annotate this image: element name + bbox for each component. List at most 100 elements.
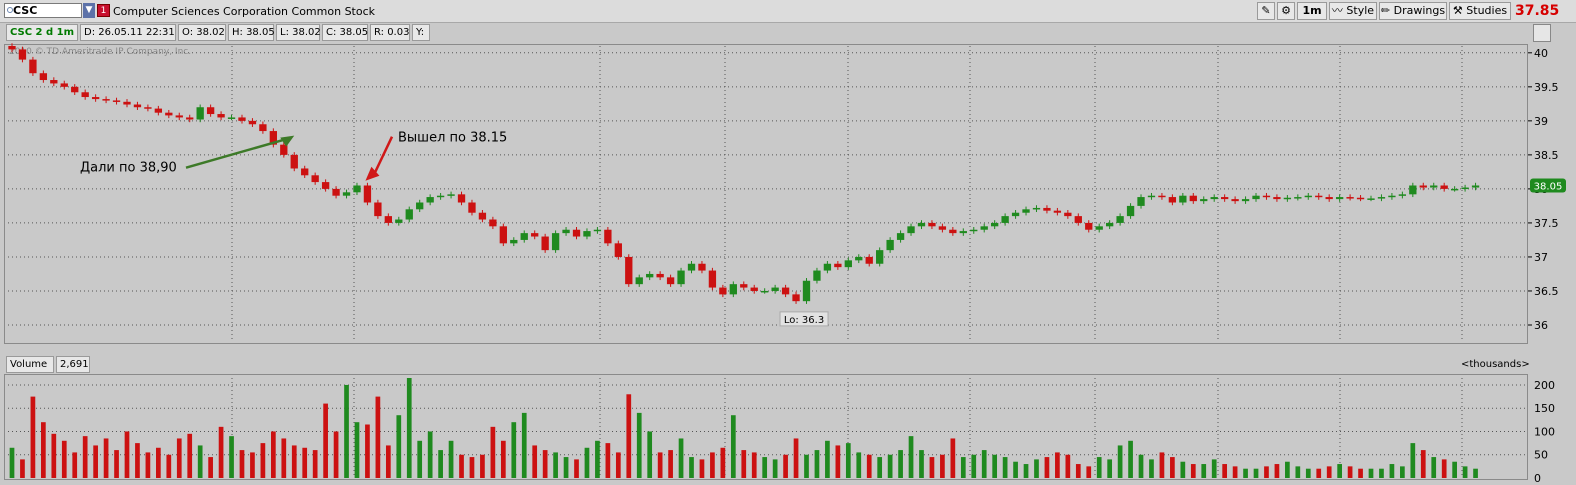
- volume-bar: [344, 384, 349, 478]
- volume-bar: [354, 422, 360, 478]
- volume-bar: [1243, 468, 1248, 478]
- candle-body: [991, 222, 999, 227]
- volume-bar: [877, 457, 883, 478]
- candle-body: [489, 219, 497, 227]
- volume-bar: [1002, 457, 1008, 478]
- volume-bar: [281, 438, 287, 478]
- volume-bar: [114, 450, 119, 478]
- candle-body: [478, 212, 487, 220]
- volume-bar: [542, 450, 548, 478]
- candle-body: [719, 287, 727, 295]
- candle-body: [175, 115, 183, 118]
- candle-body: [593, 229, 602, 232]
- volume-bar: [856, 452, 862, 478]
- candle-body: [970, 229, 978, 232]
- y-tick-label: 39: [1534, 115, 1548, 128]
- candle-body: [604, 229, 612, 244]
- annotation-entry: Дали по 38,90: [80, 161, 177, 176]
- volume-bar: [61, 440, 67, 478]
- volume-bar: [1410, 443, 1416, 478]
- volume-bar: [270, 431, 276, 478]
- volume-bar: [72, 452, 78, 478]
- candle-body: [1022, 209, 1030, 213]
- volume-bar: [929, 457, 935, 478]
- volume-bar: [730, 415, 736, 478]
- volume-bar: [9, 447, 15, 478]
- candle-body: [60, 83, 68, 87]
- candle-body: [39, 73, 48, 81]
- candle-body: [196, 107, 204, 120]
- candle-body: [813, 270, 821, 281]
- volume-bar: [981, 450, 987, 478]
- candle-body: [259, 124, 267, 132]
- volume-bar: [657, 452, 663, 478]
- y-tick-label: 40: [1534, 47, 1548, 60]
- candle-body: [1168, 197, 1177, 203]
- volume-bar: [1326, 466, 1332, 478]
- volume-bar: [887, 454, 893, 478]
- volume-bar: [992, 454, 998, 478]
- candle-body: [1095, 226, 1103, 230]
- volume-tick-label: 0: [1534, 472, 1541, 485]
- candle-body: [1304, 195, 1312, 198]
- candle-body: [646, 273, 654, 278]
- volume-bar: [176, 438, 182, 478]
- volume-bar: [960, 457, 966, 478]
- volume-bar: [302, 447, 308, 478]
- volume-bar: [1305, 468, 1311, 478]
- volume-bar: [1211, 459, 1217, 478]
- volume-bar: [1420, 450, 1426, 478]
- volume-bar: [312, 450, 318, 478]
- candle-body: [865, 256, 873, 264]
- volume-bar: [480, 454, 485, 478]
- volume-bar: [919, 450, 924, 478]
- volume-bar: [1128, 440, 1133, 478]
- volume-bar: [239, 450, 245, 478]
- volume-bar: [197, 445, 203, 478]
- volume-bar: [1368, 468, 1374, 478]
- candle-body: [1179, 195, 1187, 203]
- candle-body: [687, 263, 696, 271]
- volume-bar: [250, 452, 255, 478]
- volume-bar: [741, 450, 747, 478]
- candle-body: [1273, 197, 1281, 200]
- candle-body: [677, 270, 685, 285]
- candle-body: [1043, 207, 1051, 211]
- volume-bar: [1170, 457, 1175, 478]
- volume-bar: [1452, 461, 1457, 478]
- y-tick-label: 36.5: [1534, 285, 1559, 298]
- volume-bar: [1358, 468, 1363, 478]
- volume-bar: [1075, 464, 1081, 478]
- candle-body: [133, 104, 142, 108]
- volume-bar: [898, 450, 903, 478]
- volume-bar: [208, 457, 213, 478]
- candle-body: [321, 182, 330, 189]
- volume-bar: [1441, 459, 1447, 478]
- volume-bar: [647, 431, 653, 478]
- candle-body: [907, 226, 915, 234]
- volume-bar: [438, 450, 443, 478]
- candle-body: [771, 287, 779, 291]
- candle-body: [290, 154, 298, 169]
- candle-body: [823, 263, 832, 271]
- candle-body: [1335, 197, 1344, 200]
- volume-bar: [668, 450, 673, 478]
- candle-body: [761, 290, 769, 293]
- volume-bar: [500, 440, 506, 478]
- volume-bar: [229, 436, 234, 478]
- candle-body: [834, 263, 842, 268]
- candle-body: [635, 277, 643, 285]
- candle-body: [165, 112, 173, 116]
- volume-bar: [553, 452, 558, 478]
- candle-body: [1283, 197, 1292, 200]
- volume-bar: [804, 454, 809, 478]
- volume-bar: [1274, 464, 1280, 478]
- volume-bar: [1159, 452, 1165, 478]
- candle-body: [802, 280, 811, 302]
- volume-bar: [940, 454, 945, 478]
- candle-body: [144, 107, 152, 109]
- volume-bar: [845, 443, 851, 478]
- volume-bar: [793, 438, 799, 478]
- volume-bar: [835, 445, 841, 478]
- volume-bar: [1264, 466, 1269, 478]
